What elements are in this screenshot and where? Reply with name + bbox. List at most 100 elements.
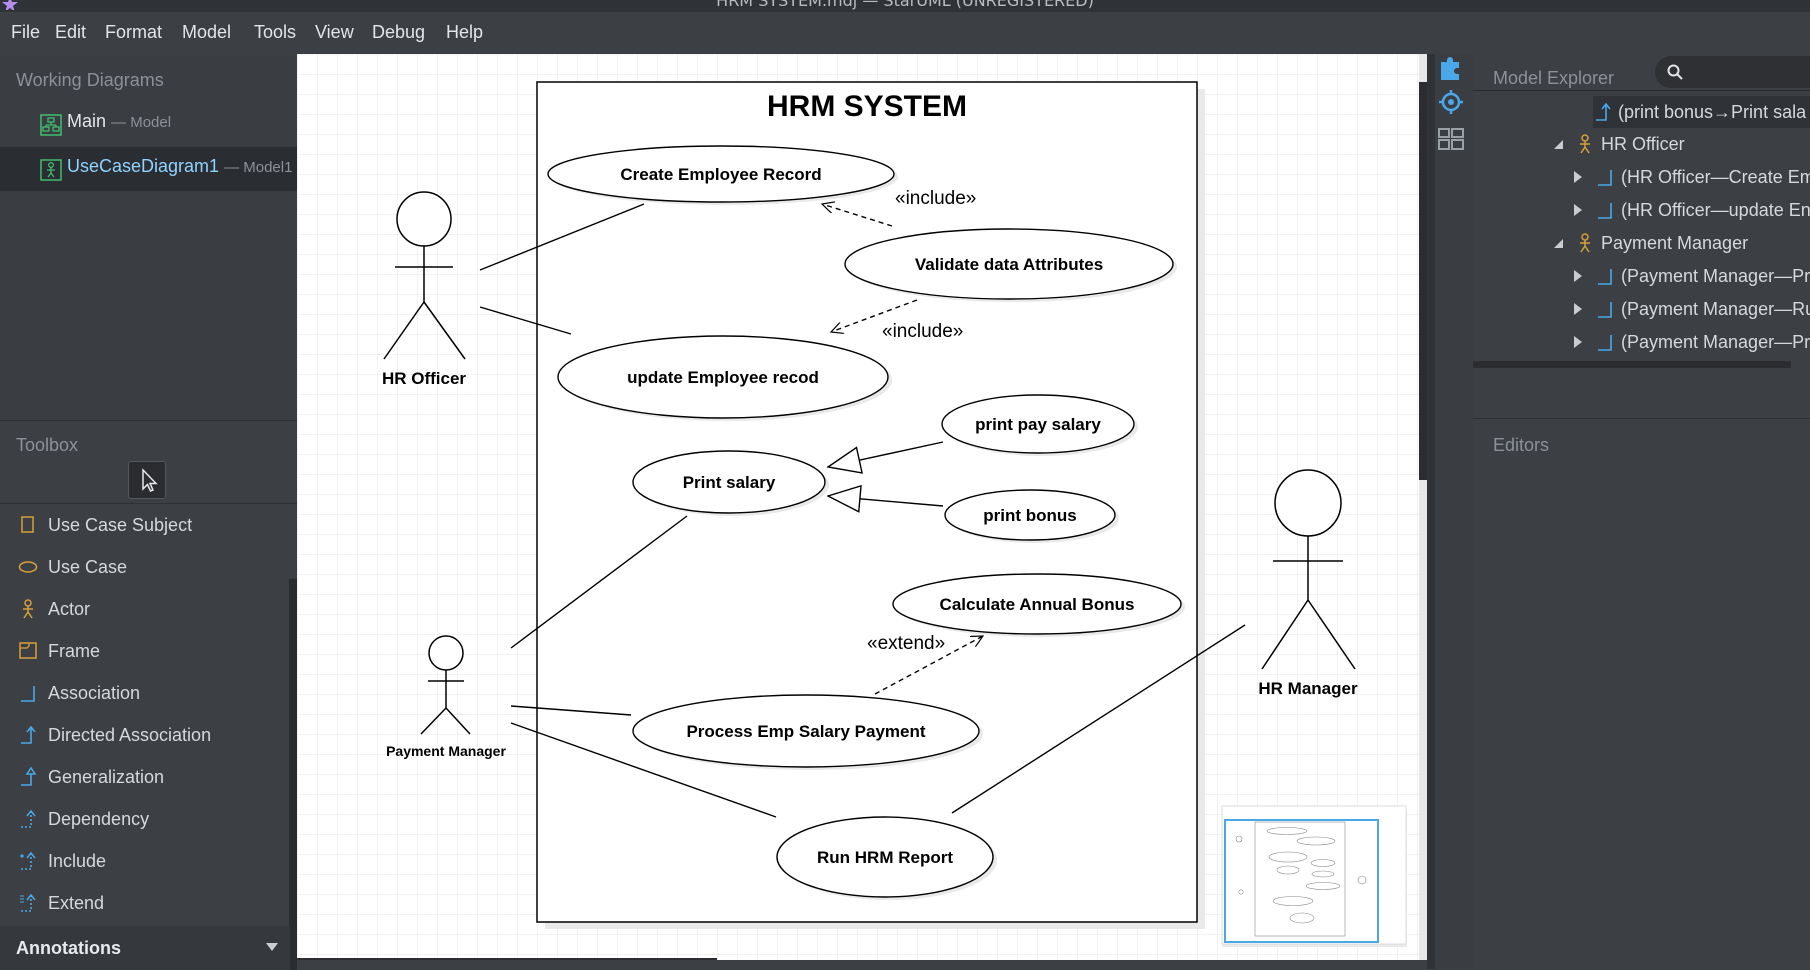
tree-row-payment-manager[interactable]: Payment Manager: [1553, 227, 1810, 259]
explorer-search-input[interactable]: [1655, 56, 1810, 88]
include-label: «include»: [882, 321, 963, 342]
tool-actor[interactable]: Actor: [0, 590, 290, 630]
actor-icon: [23, 599, 33, 619]
tool-use-case-subject[interactable]: Use Case Subject: [0, 506, 290, 546]
locate-icon[interactable]: [1437, 88, 1465, 116]
association-icon: [21, 686, 35, 702]
collapsed-caret-icon: [1574, 171, 1582, 183]
annotations-label: Annotations: [16, 938, 121, 958]
expanded-caret-icon: [1554, 239, 1563, 248]
menu-model[interactable]: Model: [182, 22, 231, 43]
include-icon: [20, 851, 36, 870]
extensions-icon[interactable]: [1437, 54, 1465, 82]
working-diagram-main[interactable]: Main — Model: [0, 102, 297, 146]
tool-frame[interactable]: Frame: [0, 632, 290, 672]
window-title: HRM SYSTEM.mdj — StarUML (UNREGISTERED): [716, 0, 1094, 10]
generalization-icon: [21, 766, 37, 786]
toolbox-title: Toolbox: [16, 435, 79, 455]
use-case-label: print pay salary: [975, 415, 1101, 434]
tool-use-case[interactable]: Use Case: [0, 548, 290, 588]
tool-label: Extend: [48, 893, 105, 913]
menu-file[interactable]: File: [11, 22, 40, 43]
actor-label: HR Officer: [382, 369, 466, 388]
tool-include[interactable]: Include: [0, 842, 290, 882]
diagram-canvas[interactable]: HRM SYSTEM «include» «include» «extend»: [297, 54, 1427, 960]
tree-label: Payment Manager: [1601, 233, 1749, 253]
association-icon: [1598, 335, 1612, 351]
annotations-group-header[interactable]: Annotations: [0, 926, 290, 970]
collapsed-caret-icon: [1574, 303, 1582, 315]
tool-label: Frame: [48, 641, 101, 661]
tree-row-association[interactable]: (HR Officer—Create Em: [1573, 161, 1810, 193]
diagram-owner: — Model: [111, 114, 172, 131]
diagram-name: Main: [67, 111, 107, 131]
use-case-label: Calculate Annual Bonus: [940, 595, 1135, 614]
collapsed-caret-icon: [1574, 204, 1582, 216]
tool-association[interactable]: Association: [0, 674, 290, 714]
chevron-down-icon: [266, 943, 278, 951]
canvas-hscrollbar-thumb[interactable]: [297, 958, 717, 960]
menu-bar: File Edit Format Model Tools View Debug …: [0, 12, 1810, 56]
expanded-caret-icon: [1554, 140, 1563, 149]
tool-label: Directed Association: [48, 725, 212, 745]
toolbox-scrollbar[interactable]: [289, 579, 297, 970]
tool-label: Generalization: [48, 767, 165, 787]
app-logo-icon: [2, 0, 18, 10]
use-case-label: Process Emp Salary Payment: [686, 722, 925, 741]
tree-label: (HR Officer—update En: [1621, 200, 1810, 220]
menu-help[interactable]: Help: [446, 22, 483, 43]
layout-panels-icon[interactable]: [1437, 126, 1465, 152]
tree-row-association[interactable]: (Payment Manager—Ru: [1573, 293, 1810, 325]
use-case-label: update Employee recod: [627, 368, 819, 387]
tree-row-association[interactable]: (HR Officer—update En: [1573, 194, 1810, 226]
use-case-label: Create Employee Record: [620, 165, 821, 184]
association-icon: [1598, 170, 1612, 186]
extend-icon: [20, 893, 36, 912]
menu-tools[interactable]: Tools: [254, 22, 296, 43]
menu-debug[interactable]: Debug: [372, 22, 425, 43]
explorer-hscrollbar[interactable]: [1473, 361, 1791, 368]
use-case-label: print bonus: [983, 506, 1076, 525]
right-tool-strip: [1427, 54, 1473, 969]
directed-association-icon: [1596, 102, 1611, 121]
model-explorer-panel: Model Explorer (print bonus→Print sala H…: [1473, 54, 1810, 418]
use-case-label: Print salary: [683, 473, 776, 492]
use-case-subject-icon: [21, 516, 34, 533]
tool-label: Include: [48, 851, 107, 871]
association-icon: [1598, 269, 1612, 285]
actor-icon: [1580, 134, 1590, 154]
actor-label: HR Manager: [1258, 679, 1358, 698]
tree-label: (Payment Manager—Pr: [1621, 266, 1810, 286]
tree-row-association[interactable]: (Payment Manager—Pr: [1573, 260, 1810, 292]
select-tool-button[interactable]: [128, 461, 166, 499]
use-case-label: Run HRM Report: [817, 848, 953, 867]
tree-label: (Payment Manager—Ru: [1621, 299, 1810, 319]
tool-dependency[interactable]: Dependency: [0, 800, 290, 840]
tool-label: Actor: [48, 599, 91, 619]
tool-extend[interactable]: Extend: [0, 884, 290, 924]
collapsed-caret-icon: [1574, 336, 1582, 348]
tree-row-association[interactable]: (Payment Manager—Pr: [1573, 326, 1810, 358]
directed-association-icon: [21, 725, 36, 744]
tool-generalization[interactable]: Generalization: [0, 758, 290, 798]
menu-edit[interactable]: Edit: [55, 22, 86, 43]
tool-label: Dependency: [48, 809, 150, 829]
working-diagrams-title: Working Diagrams: [16, 70, 164, 90]
tree-label: HR Officer: [1601, 134, 1685, 154]
tree-row-hr-officer[interactable]: HR Officer: [1553, 128, 1810, 160]
toolbox-panel: Toolbox Use Case Subject Use Case Actor …: [0, 420, 297, 970]
working-diagram-usecase[interactable]: UseCaseDiagram1 — Model1: [0, 147, 297, 191]
tree-row-directed-association[interactable]: (print bonus→Print sala: [1593, 96, 1810, 128]
menu-view[interactable]: View: [315, 22, 354, 43]
tool-directed-association[interactable]: Directed Association: [0, 716, 290, 756]
extend-label: «extend»: [867, 633, 945, 654]
menu-format[interactable]: Format: [105, 22, 162, 43]
canvas-vscrollbar-thumb[interactable]: [1419, 82, 1427, 480]
actor-label: Payment Manager: [386, 743, 506, 759]
system-title: HRM SYSTEM: [767, 90, 967, 123]
tool-label: Association: [48, 683, 141, 703]
class-diagram-icon: [40, 114, 62, 136]
diagram-minimap[interactable]: [1221, 805, 1407, 947]
actor-icon: [1580, 233, 1590, 253]
frame-icon: [19, 642, 37, 659]
